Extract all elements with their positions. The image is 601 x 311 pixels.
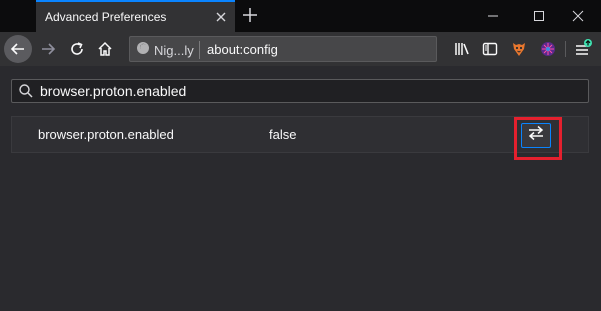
preference-search-input[interactable]: browser.proton.enabled [11,79,589,103]
about-config-page: browser.proton.enabled browser.proton.en… [0,66,601,311]
home-icon[interactable] [91,35,119,63]
toggle-button[interactable] [521,123,551,148]
close-icon[interactable] [212,8,230,26]
browser-logo-icon [136,41,150,60]
minimize-button[interactable] [470,0,516,32]
extension-icon[interactable] [508,38,530,60]
extension-icon-2[interactable] [537,38,559,60]
plus-icon[interactable] [241,6,259,24]
library-icon[interactable] [451,38,473,60]
url-divider [199,41,200,59]
search-icon [18,83,34,99]
toggle-arrows-icon [527,125,545,146]
preference-row[interactable]: browser.proton.enabled false [11,116,589,160]
reload-icon[interactable] [63,35,91,63]
toolbar-divider [565,41,566,57]
tab-strip: Advanced Preferences [0,0,601,32]
arrow-right-icon[interactable] [34,35,62,63]
identity-label: Nig...ly [154,42,194,58]
navigation-toolbar: Nig...ly about:config [0,32,601,66]
identity-box[interactable]: Nig...ly [136,41,194,59]
arrow-left-icon[interactable] [4,35,32,63]
preference-value: false [269,127,297,142]
hamburger-menu-icon[interactable] [572,38,594,60]
window-close-button[interactable] [555,0,601,32]
tab-advanced-preferences[interactable]: Advanced Preferences [36,0,235,32]
search-value[interactable]: browser.proton.enabled [40,83,186,99]
url-text[interactable]: about:config [207,42,278,57]
tab-title: Advanced Preferences [45,10,167,24]
preference-name: browser.proton.enabled [38,127,174,142]
url-bar[interactable]: Nig...ly about:config [129,36,437,62]
sidebar-icon[interactable] [479,38,501,60]
